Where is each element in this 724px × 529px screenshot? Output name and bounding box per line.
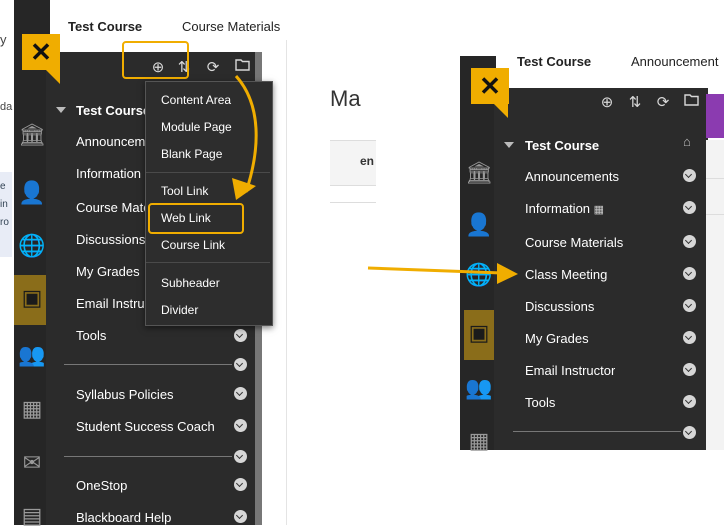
curved-arrow-head (232, 178, 256, 200)
annotation-arrows (232, 74, 518, 284)
curved-arrow (234, 74, 258, 193)
straight-arrow (367, 266, 503, 275)
straight-arrow-head (497, 263, 518, 284)
